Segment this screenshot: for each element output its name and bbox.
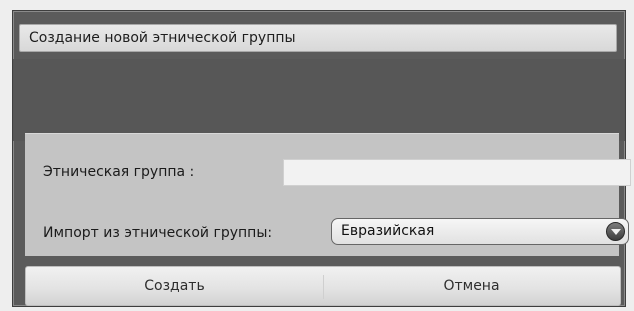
ethnic-group-input[interactable] <box>283 159 631 186</box>
dialog-button-bar: Создать Отмена <box>25 266 621 306</box>
cancel-button[interactable]: Отмена <box>323 267 620 305</box>
import-group-selected-value: Евразийская <box>341 223 435 239</box>
import-group-select[interactable]: Евразийская <box>331 218 629 245</box>
import-from-label: Импорт из этнической группы: <box>43 225 273 241</box>
page: Создание новой этнической группы Этничес… <box>0 0 634 311</box>
create-button[interactable]: Создать <box>26 267 323 305</box>
dialog-titlebar: Создание новой этнической группы <box>19 24 617 52</box>
dialog-header-area <box>13 59 625 141</box>
ethnic-group-label: Этническая группа : <box>43 164 195 180</box>
dialog-title: Создание новой этнической группы <box>29 30 296 46</box>
chevron-down-icon[interactable] <box>606 222 625 241</box>
new-ethnic-group-dialog: Создание новой этнической группы Этничес… <box>12 10 631 307</box>
